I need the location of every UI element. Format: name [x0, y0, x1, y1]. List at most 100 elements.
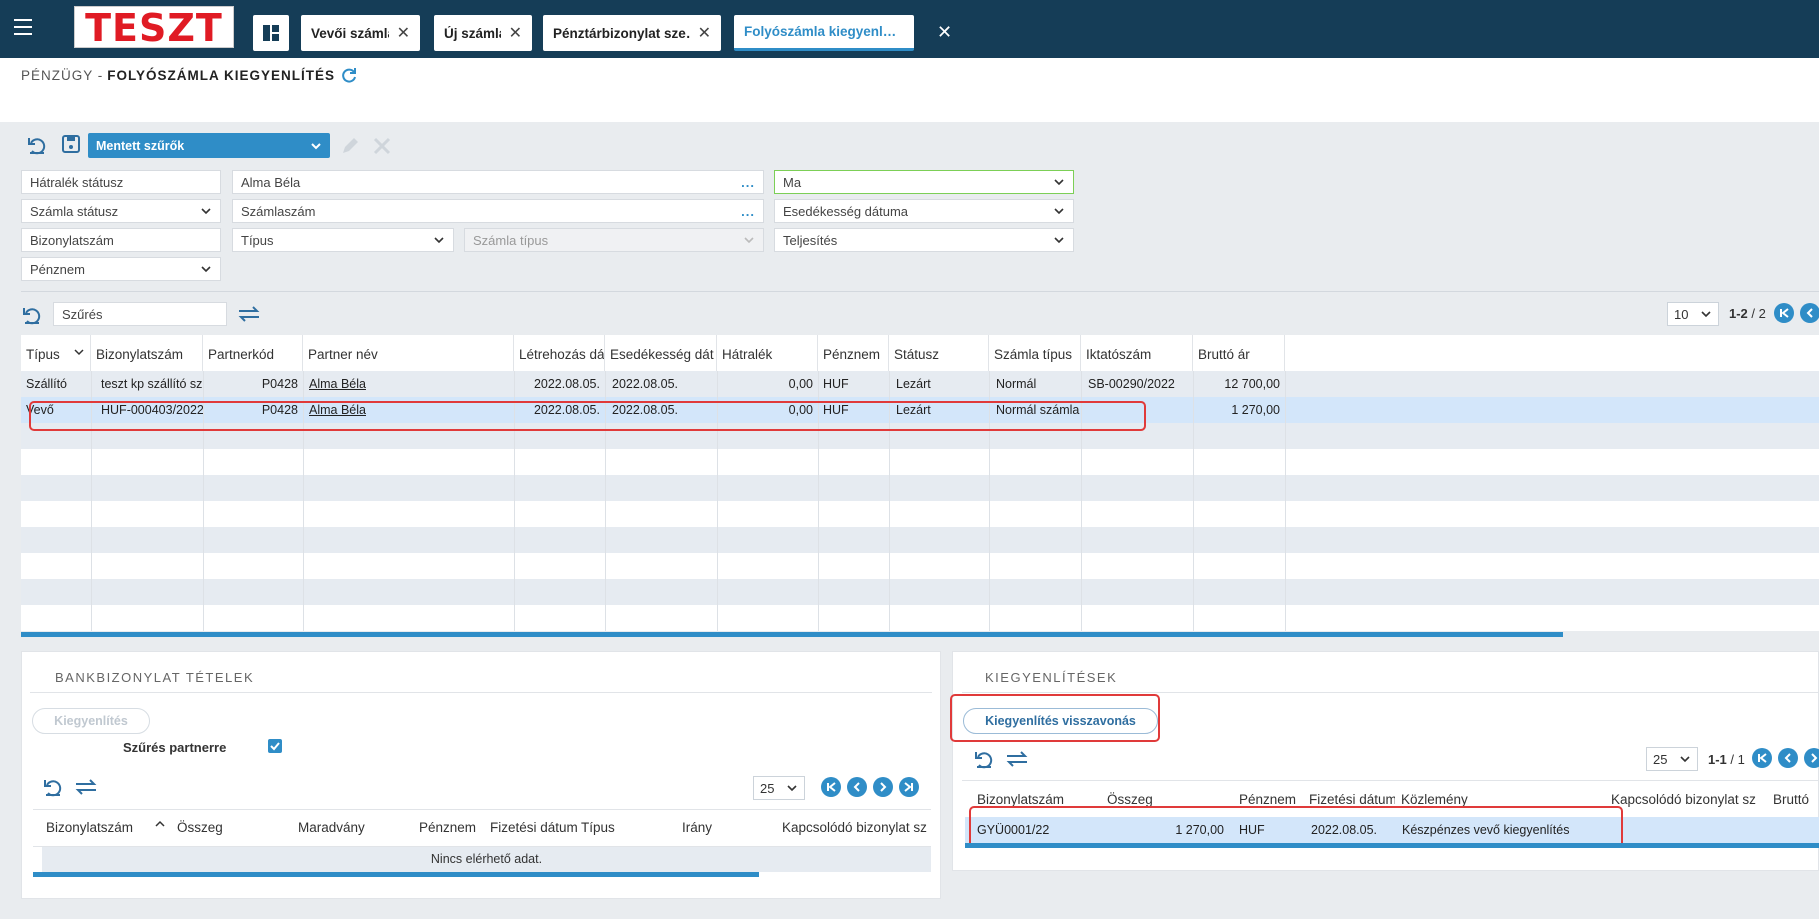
close-tab-icon[interactable]: ✕: [698, 23, 711, 43]
save-filter-icon[interactable]: [62, 135, 80, 153]
hamburger-menu-icon[interactable]: [14, 18, 36, 36]
col-header-osszeg[interactable]: Összeg: [177, 820, 287, 835]
edit-filter-icon[interactable]: [340, 136, 360, 156]
saved-filters-select[interactable]: Mentett szűrők: [88, 133, 330, 158]
table-row: [21, 579, 1819, 605]
refresh-page-icon[interactable]: [340, 66, 358, 84]
tab-penztarbizonylat[interactable]: Pénztárbizonylat sze… ✕: [543, 15, 721, 51]
settlements-refresh-icon[interactable]: [974, 749, 994, 769]
prev-page-button[interactable]: [1778, 748, 1798, 768]
col-header-bizonylatszam[interactable]: Bizonylatszám: [91, 335, 203, 371]
cell-brutto: 1 270,00: [1231, 403, 1280, 417]
col-header-fizetesi-datum[interactable]: Fizetési dátum: [1309, 792, 1395, 807]
col-header-szamla-tipus[interactable]: Számla típus: [989, 335, 1081, 371]
tab-vevoi-szamla[interactable]: Vevői számla ✕: [301, 15, 420, 51]
col-header-bizonylatszam[interactable]: Bizonylatszám: [46, 820, 133, 835]
swap-columns-icon[interactable]: [238, 306, 260, 322]
dashboard-icon: [263, 25, 279, 41]
first-page-button[interactable]: [1752, 748, 1772, 768]
next-page-button[interactable]: [873, 777, 893, 797]
close-all-tabs-icon[interactable]: ✕: [937, 22, 952, 43]
delete-filter-icon[interactable]: [372, 136, 392, 156]
filter-partner-checkbox[interactable]: [268, 739, 282, 753]
table-row: [21, 527, 1819, 553]
more-icon[interactable]: ...: [741, 204, 755, 219]
szamla-status-select[interactable]: Számla státusz: [21, 199, 221, 223]
cell-esedekesseg: 2022.08.05.: [612, 377, 679, 391]
column-divider: [1285, 371, 1286, 631]
sort-asc-icon[interactable]: [155, 819, 165, 829]
horizontal-scrollbar[interactable]: [965, 843, 1819, 848]
sort-icon[interactable]: [74, 347, 84, 357]
col-header-bizonylatszam[interactable]: Bizonylatszám: [977, 792, 1097, 807]
szamlaszam-field[interactable]: Számlaszám...: [232, 199, 764, 223]
col-header-irany[interactable]: Irány: [682, 820, 772, 835]
results-grid: Típus Bizonylatszám Partnerkód Partner n…: [21, 335, 1819, 637]
col-header-kapcsolodo[interactable]: Kapcsolódó bizonylat sz: [1611, 792, 1766, 807]
page-size-select[interactable]: 10: [1667, 302, 1719, 326]
prev-page-button[interactable]: [847, 777, 867, 797]
col-header-penznem[interactable]: Pénznem: [1239, 792, 1304, 807]
next-page-icon: [1811, 753, 1818, 763]
cell-brutto: [1769, 817, 1819, 843]
col-header-fizetesi-datum[interactable]: Fizetési dátum: [490, 820, 578, 835]
more-icon[interactable]: ...: [741, 175, 755, 190]
penznem-select[interactable]: Pénznem: [21, 257, 221, 281]
prev-page-button[interactable]: [1800, 303, 1819, 323]
date-preset-select[interactable]: Ma: [774, 170, 1074, 194]
horizontal-scrollbar[interactable]: [21, 632, 1563, 637]
tab-uj-szamla[interactable]: Új számla ✕: [434, 15, 532, 51]
col-header-hatralek[interactable]: Hátralék: [717, 335, 818, 371]
col-header-kozlemeny[interactable]: Közlemény: [1401, 792, 1601, 807]
close-tab-icon[interactable]: ✕: [509, 23, 522, 43]
col-header-penznem[interactable]: Pénznem: [419, 820, 484, 835]
first-page-button[interactable]: [821, 777, 841, 797]
swap-columns-icon[interactable]: [1006, 751, 1028, 767]
swap-columns-icon[interactable]: [75, 779, 97, 795]
first-page-button[interactable]: [1774, 303, 1794, 323]
next-page-button[interactable]: [1804, 748, 1819, 768]
col-header-letrehozas[interactable]: Létrehozás dát: [514, 335, 605, 371]
col-header-brutto[interactable]: Bruttó ár: [1193, 335, 1285, 371]
col-header-partner-nev[interactable]: Partner név: [303, 335, 514, 371]
tab-folyoszamla[interactable]: Folyószámla kiegyenl…: [734, 15, 914, 51]
table-row: [21, 553, 1819, 579]
partner-link[interactable]: Alma Béla: [304, 371, 371, 397]
cell-szamla-tipus: Normál: [996, 377, 1037, 391]
bizonylatszam-field[interactable]: Bizonylatszám: [21, 228, 221, 252]
cell-bizonylatszam: teszt kp szállító szla: [101, 377, 203, 391]
grid-refresh-icon[interactable]: [22, 305, 42, 325]
esedekesseg-select[interactable]: Esedékesség dátuma: [774, 199, 1074, 223]
prev-page-icon: [1806, 308, 1813, 318]
hatralek-status-field[interactable]: Hátralék státusz: [21, 170, 221, 194]
settle-button[interactable]: Kiegyenlítés: [32, 708, 150, 734]
col-header-partnerkod[interactable]: Partnerkód: [203, 335, 303, 371]
col-header-penznem[interactable]: Pénznem: [818, 335, 889, 371]
grid-search-input[interactable]: Szűrés: [53, 302, 227, 326]
col-header-statusz[interactable]: Státusz: [889, 335, 989, 371]
horizontal-scrollbar[interactable]: [33, 872, 759, 877]
first-page-icon: [1758, 753, 1767, 763]
prev-page-icon: [853, 782, 860, 792]
col-header-osszeg[interactable]: Összeg: [1107, 792, 1227, 807]
next-page-icon: [880, 782, 887, 792]
bank-page-size-select[interactable]: 25: [753, 776, 805, 800]
partner-field[interactable]: Alma Béla...: [232, 170, 764, 194]
tipus-select[interactable]: Típus: [232, 228, 454, 252]
teljesites-select[interactable]: Teljesítés: [774, 228, 1074, 252]
last-page-icon: [904, 782, 913, 792]
settlements-page-size-select[interactable]: 25: [1646, 747, 1698, 771]
reset-filters-icon[interactable]: [27, 135, 47, 155]
last-page-button[interactable]: [899, 777, 919, 797]
empty-message: Nincs elérhető adat.: [430, 852, 543, 866]
col-header-esedekesseg[interactable]: Esedékesség dát: [605, 335, 717, 371]
dashboard-button[interactable]: [253, 15, 289, 51]
first-page-icon: [1780, 308, 1789, 318]
col-header-kapcsolodo[interactable]: Kapcsolódó bizonylat sz: [782, 820, 930, 835]
col-header-tipus[interactable]: Típus: [581, 820, 671, 835]
col-header-brutto[interactable]: Bruttó: [1773, 792, 1819, 807]
col-header-maradvany[interactable]: Maradvány: [298, 820, 408, 835]
bank-refresh-icon[interactable]: [43, 777, 63, 797]
col-header-iktatoszam[interactable]: Iktatószám: [1081, 335, 1193, 371]
close-tab-icon[interactable]: ✕: [397, 23, 410, 43]
